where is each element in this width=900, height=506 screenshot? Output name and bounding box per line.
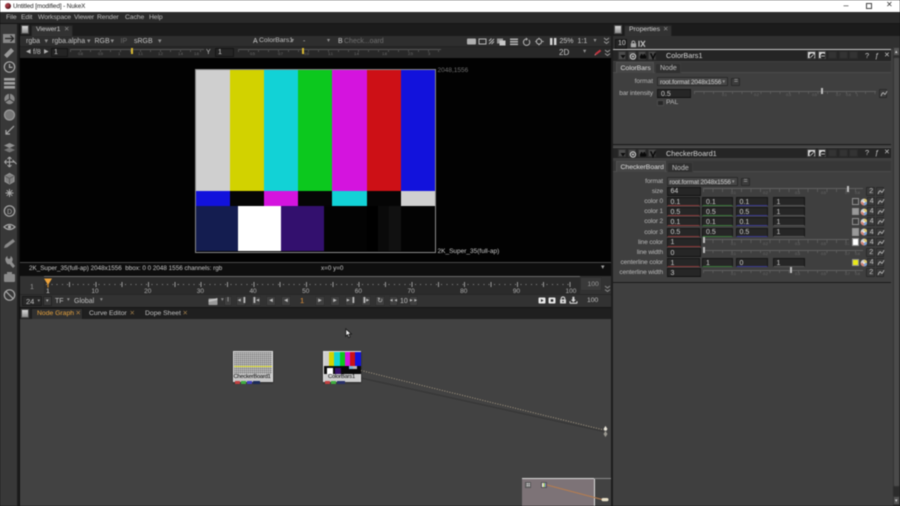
svg-text:D: D [7,209,12,216]
